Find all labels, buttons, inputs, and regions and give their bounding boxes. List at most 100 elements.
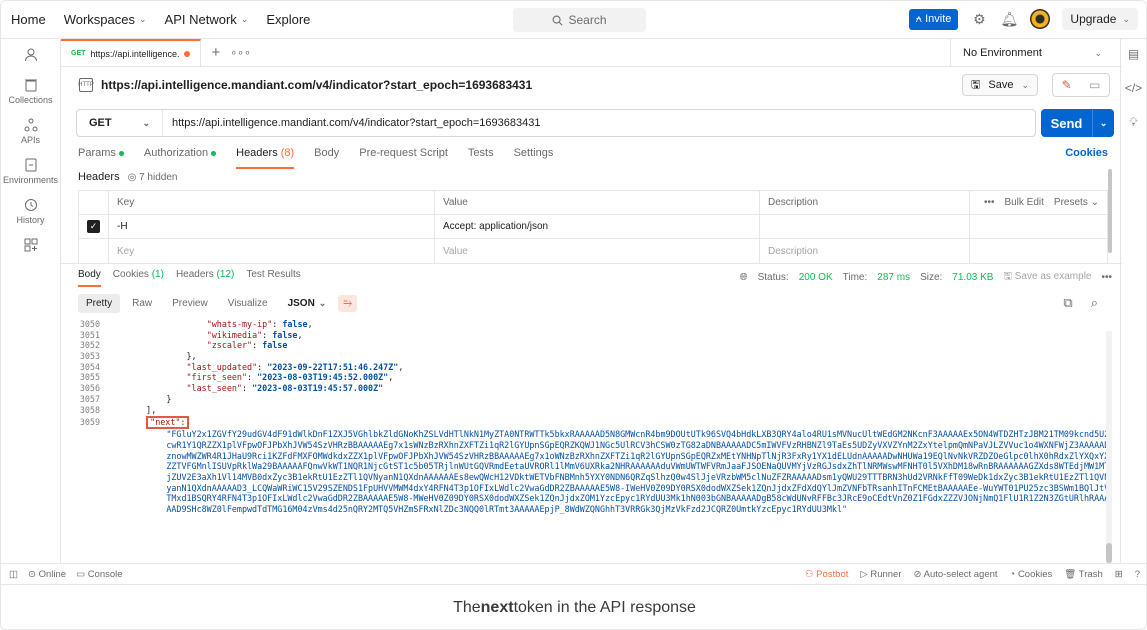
tab-headers[interactable]: Headers (8): [236, 147, 295, 169]
request-scrollbar[interactable]: [1108, 169, 1112, 253]
code-scrollbar[interactable]: [1106, 331, 1112, 563]
environment-select[interactable]: No Environment ⌄: [950, 39, 1110, 67]
layout-icon[interactable]: ⊞: [1115, 569, 1123, 580]
code-line: 3056 "last_seen": "2023-08-03T19:45:57.0…: [78, 383, 1110, 394]
chevron-down-icon[interactable]: ⌄: [1092, 109, 1114, 137]
sidebar-item-history[interactable]: History: [1, 189, 60, 229]
lightbulb-icon[interactable]: 💡︎: [1129, 115, 1137, 130]
header-key-cell[interactable]: -H: [109, 215, 435, 238]
more-options-icon[interactable]: •••: [1101, 272, 1112, 283]
new-tab-plus-icon[interactable]: +: [201, 44, 230, 61]
nav-api-network[interactable]: API Network ⌄: [165, 12, 249, 27]
json-key: "whats-my-ip": [206, 319, 273, 329]
request-title[interactable]: https://api.intelligence.mandiant.com/v4…: [101, 78, 532, 92]
response-tab-cookies[interactable]: Cookies (1): [113, 269, 164, 287]
settings-icon[interactable]: ⚙: [970, 10, 988, 28]
sidebar-toggle-icon[interactable]: ◫: [9, 569, 18, 580]
tab-tests[interactable]: Tests: [468, 147, 494, 167]
sidebar-item-apis[interactable]: APIs: [1, 109, 60, 149]
wrap-lines-icon[interactable]: ⥱: [338, 294, 358, 312]
postbot-button[interactable]: ⚇ Postbot: [805, 569, 848, 580]
value-placeholder[interactable]: Value: [435, 239, 760, 263]
format-preview[interactable]: Preview: [164, 294, 216, 313]
sidebar-item-label: History: [16, 215, 45, 225]
globe-icon[interactable]: 🌐︎: [740, 272, 748, 283]
invite-button[interactable]: ⍲ Invite: [908, 8, 959, 30]
tab-authorization[interactable]: Authorization: [144, 147, 217, 167]
url-input[interactable]: [163, 117, 1035, 129]
response-divider[interactable]: [61, 263, 1122, 264]
footer-cookies-button[interactable]: ◔ Cookies: [1010, 569, 1053, 580]
nav-workspaces[interactable]: Workspaces ⌄: [64, 12, 147, 27]
code-icon[interactable]: </>: [1125, 81, 1142, 95]
save-button[interactable]: 🖫 Save ⌄: [962, 74, 1038, 96]
sidebar-item-environments[interactable]: Environments: [1, 149, 60, 189]
request-tab[interactable]: GET https://api.intelligence.: [61, 38, 202, 67]
code-line: 3054 "last_updated": "2023-09-22T17:51:4…: [78, 362, 1110, 373]
response-body-code[interactable]: 3050 "whats-my-ip": false, 3051 "wikimed…: [78, 319, 1110, 563]
send-button[interactable]: Send ⌄: [1041, 109, 1114, 137]
online-icon: ⊙: [27, 568, 36, 580]
bell-icon[interactable]: 🔔︎: [1000, 10, 1019, 28]
pencil-icon[interactable]: ✎: [1062, 78, 1072, 92]
upgrade-button[interactable]: Upgrade ⌄: [1062, 8, 1138, 30]
table-row: ✓ -H Accept: application/json: [79, 215, 1107, 239]
key-placeholder[interactable]: Key: [109, 239, 435, 263]
bulk-edit-link[interactable]: Bulk Edit: [1004, 197, 1043, 208]
online-status[interactable]: ⊙ Online: [28, 569, 66, 580]
console-button[interactable]: ▭ Console: [76, 569, 122, 580]
collections-icon: [24, 79, 37, 92]
response-tab-headers[interactable]: Headers (12): [176, 269, 234, 287]
line-number: 3052: [79, 340, 100, 351]
colon: :: [252, 340, 263, 351]
more-options-icon[interactable]: •••: [984, 197, 995, 208]
auto-select-agent-button[interactable]: ⊘ Auto-select agent: [914, 569, 998, 580]
hidden-headers-toggle[interactable]: ◎ 7 hidden: [128, 172, 178, 183]
trail: ,: [307, 319, 313, 329]
presets-label: Presets: [1053, 197, 1088, 208]
tab-params[interactable]: Params: [78, 147, 124, 167]
format-raw[interactable]: Raw: [124, 294, 160, 313]
user-icon: [24, 48, 37, 62]
chevron-down-icon: ⌄: [138, 14, 147, 24]
tab-pre-request-script[interactable]: Pre-request Script: [359, 147, 448, 167]
runner-button[interactable]: ▷ Runner: [860, 569, 901, 580]
format-visualize[interactable]: Visualize: [220, 294, 276, 313]
chevron-down-icon: ⌄: [1122, 13, 1130, 24]
trail: ,: [297, 329, 303, 340]
copy-icon[interactable]: ⧉: [1063, 295, 1072, 311]
tab-body[interactable]: Body: [314, 147, 339, 167]
documentation-icon[interactable]: ▤: [1128, 47, 1139, 61]
method-select[interactable]: GET ⌄: [77, 110, 163, 136]
environment-icon: [25, 158, 36, 172]
nav-home[interactable]: Home: [11, 12, 46, 27]
tab-settings[interactable]: Settings: [514, 147, 554, 167]
sidebar-item-add[interactable]: [1, 229, 60, 259]
format-type-select[interactable]: JSON ⌄: [280, 294, 335, 313]
code-scrollbar-thumb[interactable]: [1106, 543, 1112, 563]
sidebar-item-collections[interactable]: Collections: [1, 69, 60, 109]
trash-button[interactable]: 🗑︎ Trash: [1064, 569, 1102, 580]
sidebar-item-user[interactable]: [1, 39, 60, 69]
row-checkbox-cell: ✓: [79, 215, 109, 238]
header-description-cell[interactable]: [760, 215, 970, 238]
trail: ,: [388, 372, 394, 383]
request-tabs: Params Authorization Headers (8) Body Pre…: [78, 147, 1108, 171]
next-token-value: "FGluY2x1ZGVfY29udGV4dF91dWlkDnF1ZXJ5VGh…: [166, 429, 1110, 515]
response-tab-test-results[interactable]: Test Results: [246, 269, 300, 287]
search-box[interactable]: Search: [513, 8, 646, 32]
avatar[interactable]: [1030, 9, 1051, 29]
nav-explore[interactable]: Explore: [266, 12, 310, 27]
more-tabs-icon[interactable]: ∘∘∘: [230, 46, 251, 59]
checkbox[interactable]: ✓: [87, 220, 100, 233]
presets-dropdown[interactable]: Presets ⌄: [1054, 197, 1099, 208]
save-example-button[interactable]: 🖫 Save as example: [1003, 269, 1091, 286]
description-placeholder[interactable]: Description: [760, 239, 970, 263]
search-icon[interactable]: ⌕: [1091, 295, 1098, 311]
header-value-cell[interactable]: Accept: application/json: [435, 215, 760, 238]
help-icon[interactable]: ?: [1135, 569, 1140, 580]
comment-icon[interactable]: ▭: [1089, 78, 1100, 92]
response-tab-body[interactable]: Body: [78, 269, 101, 287]
cookies-link[interactable]: Cookies: [1065, 147, 1108, 159]
format-pretty[interactable]: Pretty: [78, 293, 121, 313]
